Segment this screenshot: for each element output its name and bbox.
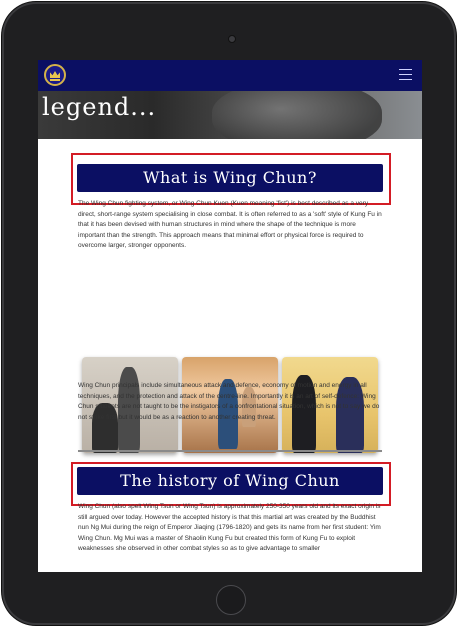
hamburger-menu-icon[interactable]: [399, 69, 412, 80]
tablet-device-frame: legend... What is Wing Chun? The Wing Ch…: [2, 2, 456, 625]
hero-title: legend...: [42, 93, 157, 121]
screen: legend... What is Wing Chun? The Wing Ch…: [38, 60, 422, 572]
paragraph: Wing Chun (also spelt Wing Tsun or Wing …: [78, 503, 381, 552]
top-nav-bar: [38, 60, 422, 91]
section-title: The history of Wing Chun: [77, 467, 383, 495]
paragraph: The Wing Chun fighting system, or Wing C…: [78, 200, 382, 249]
section-divider: [78, 450, 382, 452]
crown-emblem-icon[interactable]: [44, 64, 66, 86]
paragraph: Wing Chun principals include simultaneou…: [78, 382, 380, 421]
hero-statue-image: [212, 91, 382, 139]
hero-banner: legend...: [38, 91, 422, 139]
section-title: What is Wing Chun?: [77, 164, 383, 192]
home-button[interactable]: [216, 585, 246, 615]
camera-icon: [228, 35, 236, 43]
